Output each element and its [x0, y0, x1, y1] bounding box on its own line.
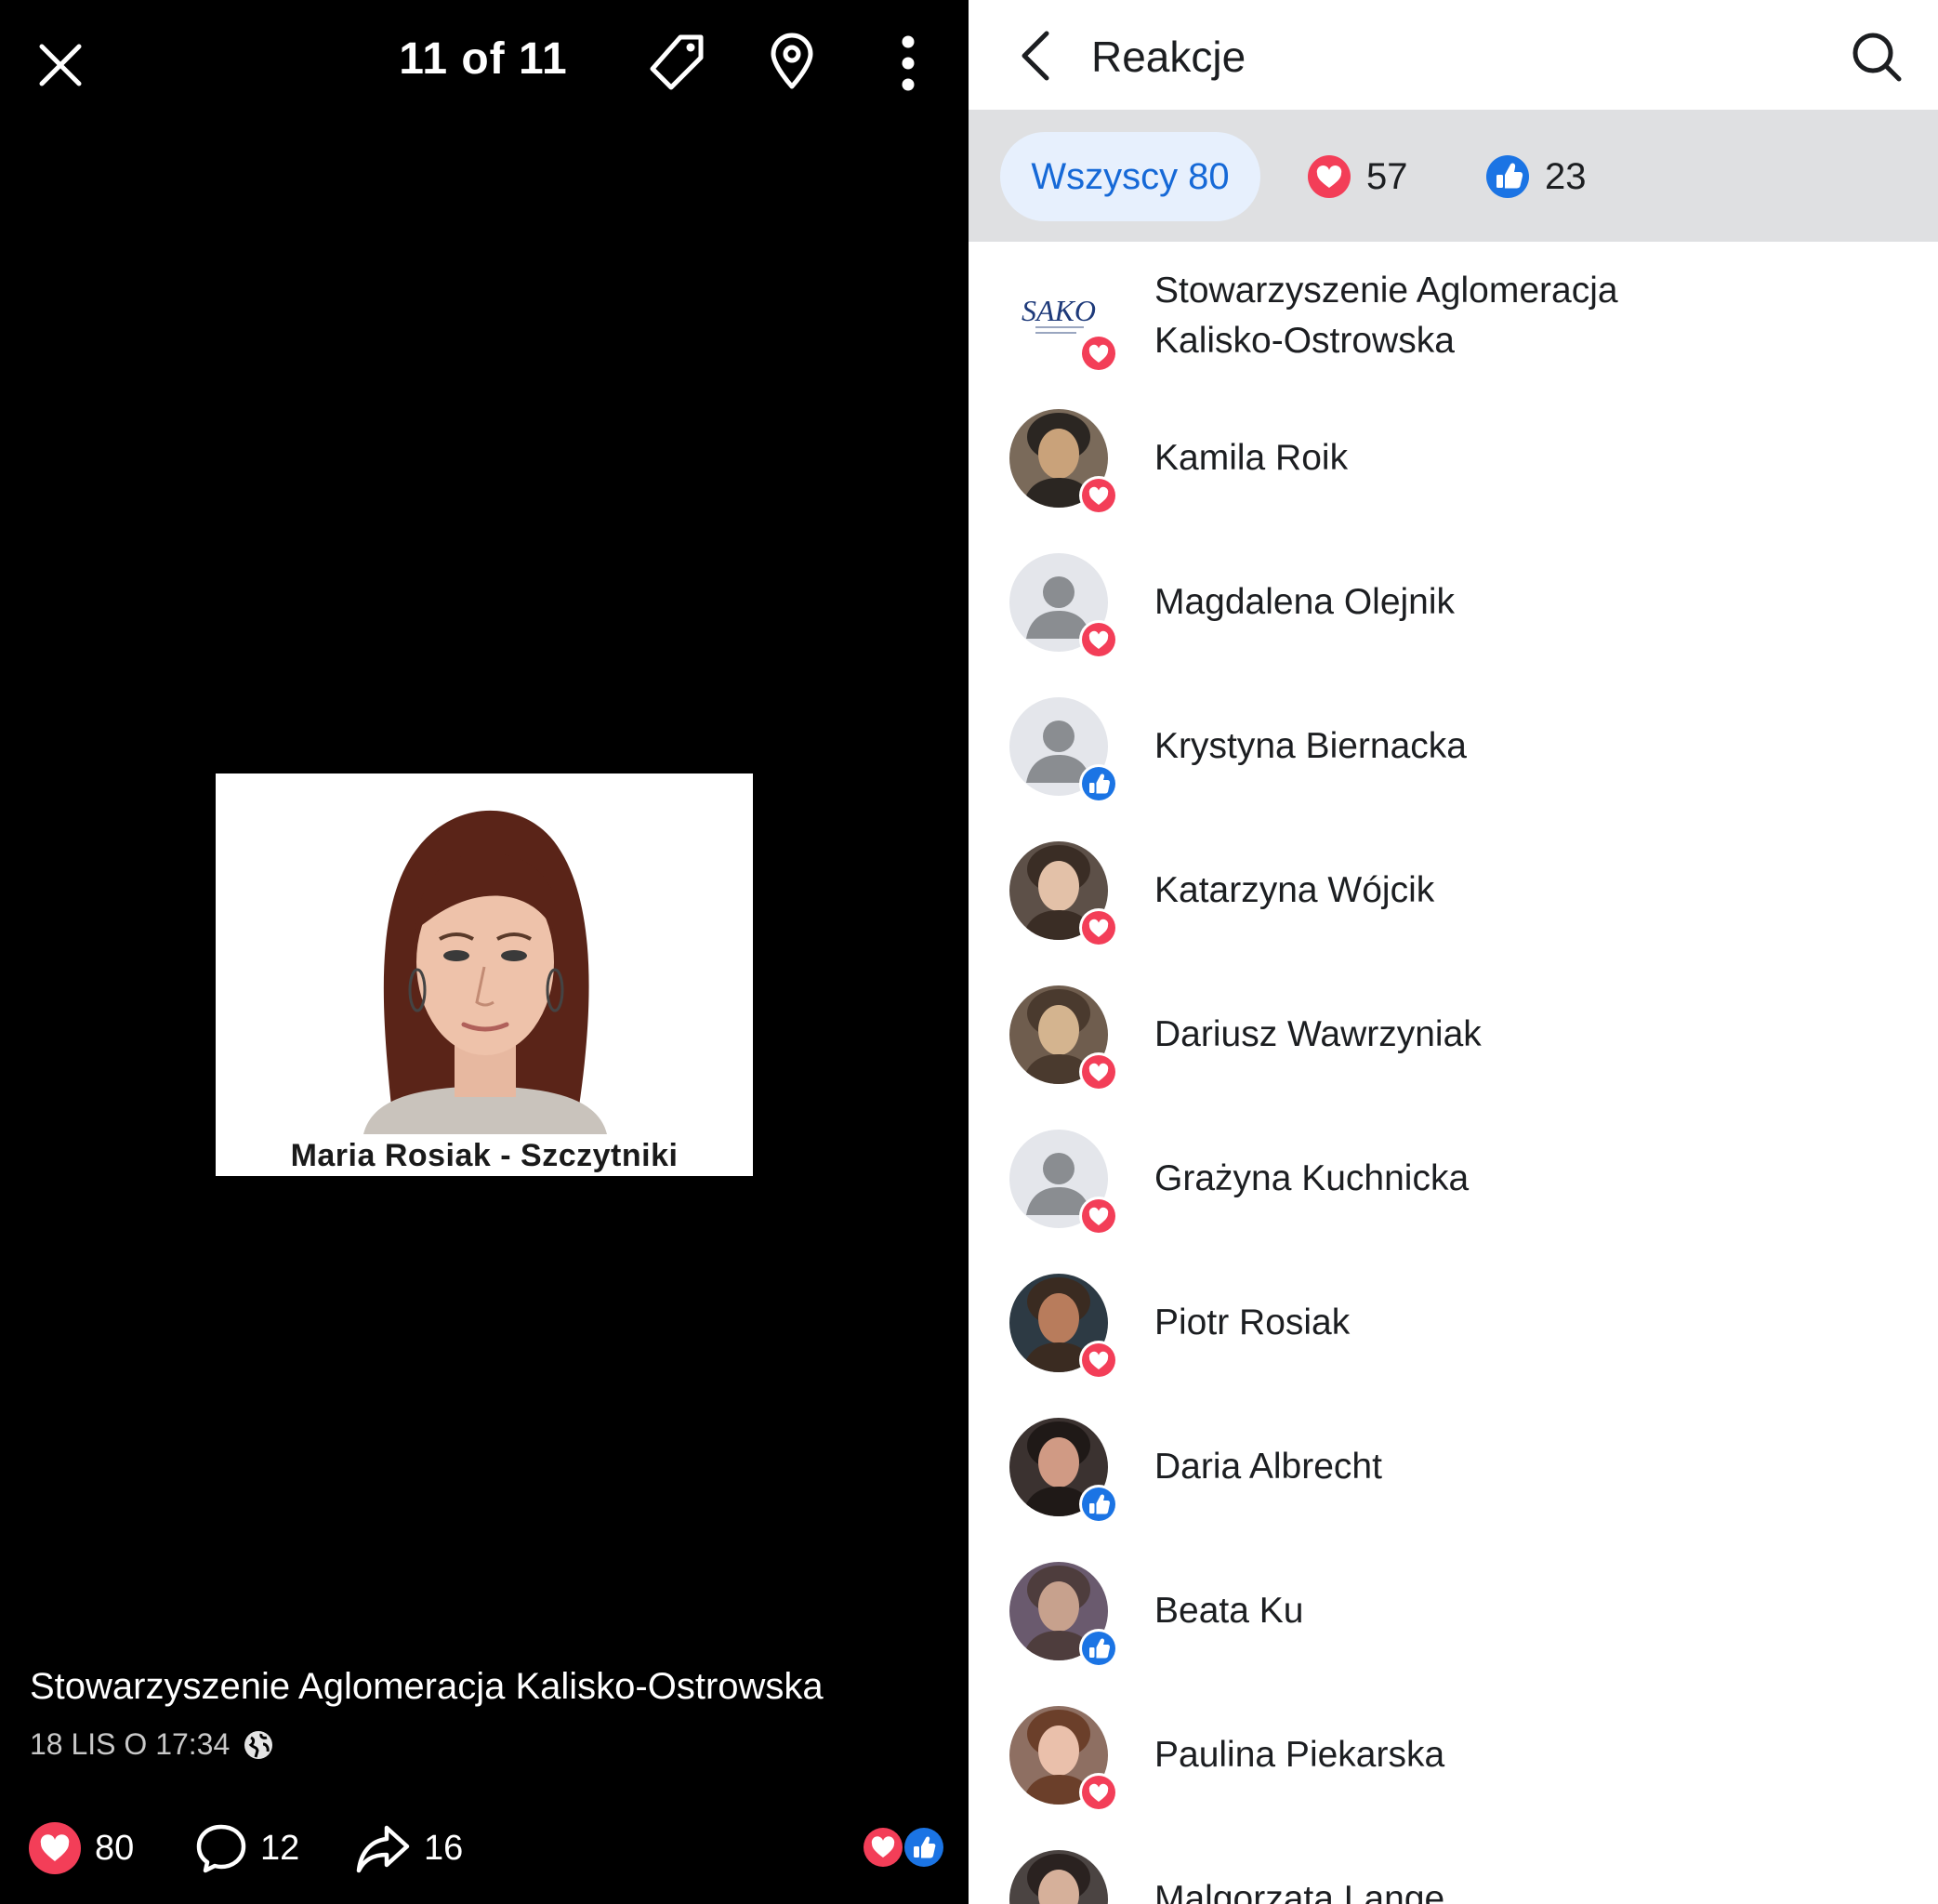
list-item[interactable]: Daria Albrecht	[969, 1395, 1938, 1539]
svg-text:SAKO: SAKO	[1022, 294, 1096, 327]
list-item[interactable]: Paulina Piekarska	[969, 1683, 1938, 1827]
reactor-name[interactable]: Kamila Roik	[1154, 433, 1348, 483]
close-icon	[39, 44, 82, 86]
reactor-name[interactable]: Piotr Rosiak	[1154, 1298, 1350, 1348]
reactions-count: 80	[95, 1828, 135, 1868]
reactor-name[interactable]: Katarzyna Wójcik	[1154, 866, 1434, 916]
reactor-name[interactable]: Grażyna Kuchnicka	[1154, 1154, 1469, 1204]
tag-icon	[650, 34, 704, 90]
heart-icon	[1079, 334, 1118, 373]
reactor-name[interactable]: Dariusz Wawrzyniak	[1154, 1010, 1482, 1060]
heart-icon	[1308, 155, 1351, 198]
tab-love[interactable]: 57	[1307, 132, 1408, 221]
close-button[interactable]	[28, 28, 93, 102]
list-item[interactable]: Malgorzata Lange	[969, 1827, 1938, 1904]
heart-icon	[1079, 1197, 1118, 1236]
heart-icon	[864, 1828, 903, 1867]
search-button[interactable]	[1842, 22, 1911, 91]
post-meta: 18 LIS O 17:34	[30, 1727, 274, 1762]
list-item[interactable]: Piotr Rosiak	[969, 1250, 1938, 1395]
list-item[interactable]: Dariusz Wawrzyniak	[969, 962, 1938, 1106]
reactor-name[interactable]: Krystyna Biernacka	[1154, 721, 1467, 772]
heart-icon	[1079, 620, 1118, 659]
globe-icon	[244, 1730, 273, 1759]
list-item[interactable]: Katarzyna Wójcik	[969, 818, 1938, 962]
photo-counter: 11 of 11	[399, 34, 568, 84]
more-options-button[interactable]	[888, 26, 929, 100]
comments-stat[interactable]: 12	[195, 1820, 299, 1876]
reaction-filter-tabs: Wszyscy 80 57 23	[969, 110, 1938, 242]
list-item[interactable]: SAKO Stowarzyszenie Aglomeracja Kalisko-O…	[969, 242, 1938, 386]
list-item[interactable]: Magdalena Olejnik	[969, 530, 1938, 674]
avatar[interactable]	[1009, 1850, 1108, 1904]
like-icon	[1486, 155, 1529, 198]
photo-viewer: 11 of 11 Maria Rosiak - Szczytniki Stowa…	[0, 0, 969, 1904]
post-photo[interactable]: Maria Rosiak - Szczytniki	[216, 774, 753, 1176]
back-button[interactable]	[1008, 20, 1063, 91]
comments-count: 12	[260, 1828, 300, 1868]
reactions-panel: Reakcje Wszyscy 80 57 23 SAKO Stowarzysz…	[969, 0, 1938, 1904]
heart-icon	[1079, 908, 1118, 947]
more-vertical-icon	[902, 35, 915, 91]
chevron-left-icon	[1022, 31, 1049, 81]
reactor-name[interactable]: Stowarzyszenie Aglomeracja Kalisko-Ostro…	[1154, 266, 1675, 366]
portrait-image	[336, 790, 633, 1134]
photo-caption: Maria Rosiak - Szczytniki	[290, 1138, 679, 1173]
search-icon	[1852, 33, 1902, 82]
reaction-summary-icons[interactable]	[863, 1824, 948, 1871]
like-icon	[1079, 1629, 1118, 1668]
reactor-name[interactable]: Beata Ku	[1154, 1586, 1303, 1636]
viewer-top-bar: 11 of 11	[0, 0, 969, 130]
page-title: Reakcje	[1091, 33, 1246, 81]
share-icon	[356, 1825, 410, 1873]
heart-icon	[1079, 476, 1118, 515]
shares-count: 16	[424, 1828, 464, 1868]
location-pin-icon	[771, 33, 813, 89]
shares-stat[interactable]: 16	[355, 1820, 463, 1876]
reactions-header: Reakcje	[969, 0, 1938, 110]
list-item[interactable]: Kamila Roik	[969, 386, 1938, 530]
tag-button[interactable]	[641, 26, 712, 100]
reactions-stat[interactable]: 80	[28, 1820, 134, 1876]
tab-love-count: 57	[1366, 155, 1408, 197]
post-stats: 80 12 16	[28, 1820, 948, 1876]
like-icon	[1079, 764, 1118, 803]
post-author[interactable]: Stowarzyszenie Aglomeracja Kalisko-Ostro…	[30, 1666, 824, 1708]
tab-like[interactable]: 23	[1485, 132, 1587, 221]
location-button[interactable]	[758, 24, 825, 99]
post-date: 18 LIS O 17:34	[30, 1727, 231, 1761]
reactor-name[interactable]: Magdalena Olejnik	[1154, 577, 1455, 628]
list-item[interactable]: Krystyna Biernacka	[969, 674, 1938, 818]
like-icon	[903, 1826, 945, 1869]
comment-icon	[196, 1824, 246, 1873]
reactor-name[interactable]: Daria Albrecht	[1154, 1442, 1382, 1492]
reactor-name[interactable]: Paulina Piekarska	[1154, 1730, 1444, 1780]
list-item[interactable]: Grażyna Kuchnicka	[969, 1106, 1938, 1250]
heart-icon	[1079, 1773, 1118, 1812]
tab-like-count: 23	[1545, 155, 1587, 197]
like-icon	[1079, 1485, 1118, 1524]
tab-all[interactable]: Wszyscy 80	[1000, 132, 1260, 221]
list-item[interactable]: Beata Ku	[969, 1539, 1938, 1683]
heart-icon	[1079, 1341, 1118, 1380]
heart-icon	[1079, 1052, 1118, 1091]
reactor-name[interactable]: Malgorzata Lange	[1154, 1874, 1444, 1904]
heart-icon	[29, 1822, 81, 1874]
